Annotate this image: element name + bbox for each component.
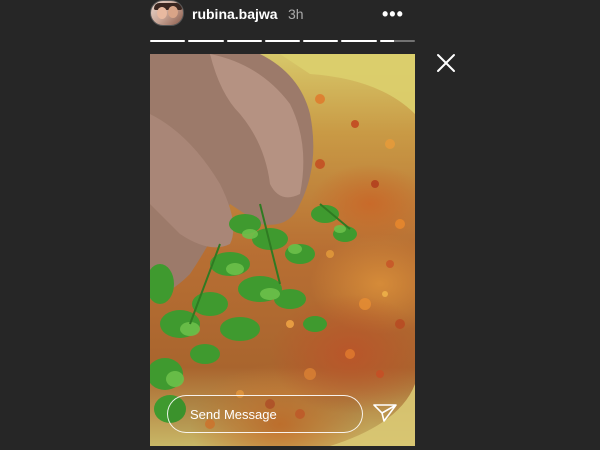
story-progress-bar	[150, 40, 415, 43]
progress-segment	[188, 40, 224, 42]
progress-segment	[264, 40, 301, 42]
paper-plane-icon[interactable]	[372, 402, 398, 424]
progress-segment	[226, 40, 262, 42]
send-message-placeholder: Send Message	[190, 406, 277, 422]
close-icon[interactable]	[435, 52, 457, 74]
food-photo	[150, 54, 415, 446]
progress-segment-current	[379, 40, 415, 42]
progress-segment	[303, 40, 339, 42]
progress-segment	[341, 40, 377, 42]
more-options-button[interactable]: •••	[382, 4, 404, 25]
username[interactable]: rubina.bajwa	[192, 6, 278, 22]
progress-segment	[150, 40, 186, 42]
send-message-input[interactable]: Send Message	[167, 395, 363, 433]
story-media[interactable]	[150, 54, 415, 446]
story-header: rubina.bajwa 3h •••	[150, 0, 415, 40]
timestamp: 3h	[288, 6, 304, 22]
avatar[interactable]	[150, 0, 184, 26]
